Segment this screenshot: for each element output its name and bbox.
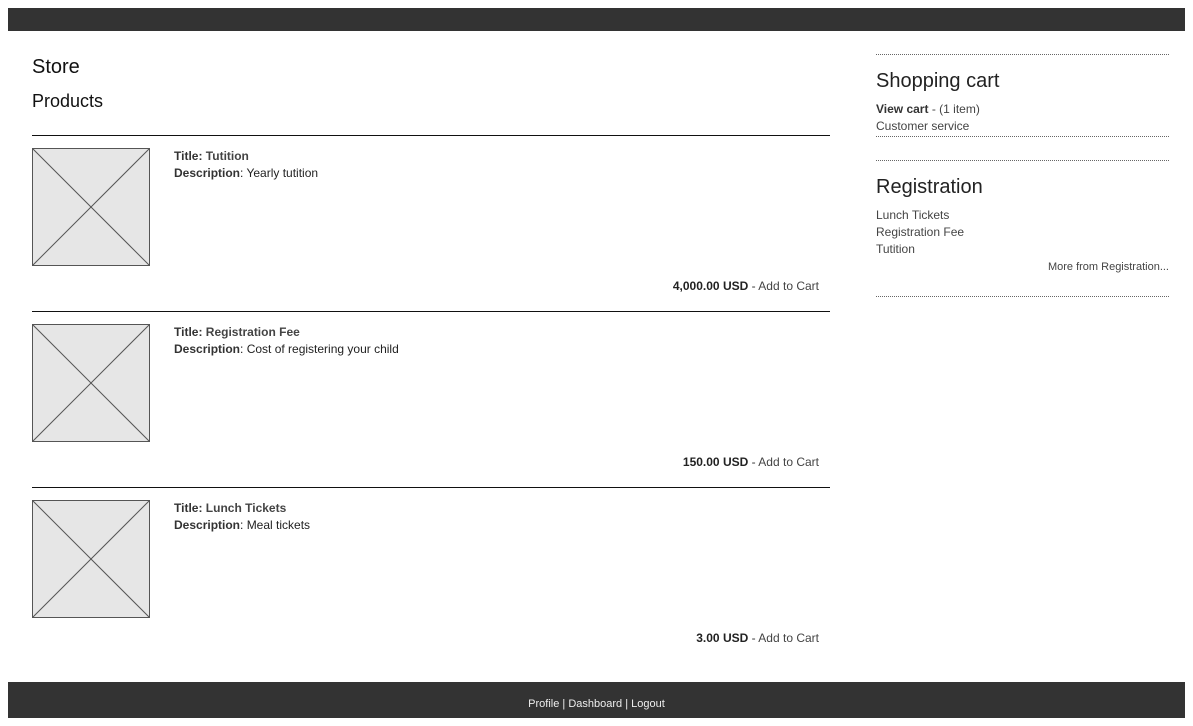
add-to-cart-link[interactable]: Add to Cart <box>758 631 819 645</box>
title-label: Title: <box>174 501 203 515</box>
description-label: Description <box>174 342 241 356</box>
product-description: Meal tickets <box>246 518 311 532</box>
view-cart-row: View cart - (1 item) <box>876 102 980 116</box>
title-label: Title: <box>174 325 203 339</box>
registration-block: Registration Lunch Tickets Registration … <box>876 160 1169 297</box>
cart-item-count: (1 item) <box>939 102 980 116</box>
view-cart-link[interactable]: View cart <box>876 102 928 116</box>
registration-item-tutition[interactable]: Tutition <box>876 241 1169 258</box>
footer-separator: | <box>562 698 566 710</box>
registration-item-lunch-tickets[interactable]: Lunch Tickets <box>876 207 1169 224</box>
product-row: Title: Registration Fee Description: Cos… <box>32 311 830 487</box>
registration-item-registration-fee[interactable]: Registration Fee <box>876 224 1169 241</box>
product-list: Title: Tutition Description: Yearly tuti… <box>32 135 830 663</box>
product-price: 3.00 <box>696 631 720 645</box>
image-placeholder-icon <box>32 500 150 618</box>
add-to-cart-link[interactable]: Add to Cart <box>758 455 819 469</box>
sidebar: Shopping cart View cart - (1 item) Custo… <box>876 54 1169 297</box>
footer-profile-link[interactable]: Profile <box>528 698 559 710</box>
shopping-cart-heading: Shopping cart <box>876 70 1000 92</box>
section-title: Products <box>32 91 104 111</box>
product-info: Title: Lunch Tickets Description: Meal t… <box>174 501 311 532</box>
more-from-registration-link[interactable]: More from Registration... <box>876 259 1169 275</box>
currency-label: USD <box>722 455 749 469</box>
product-title: Registration Fee <box>205 325 300 339</box>
main-content: Store Products Title: Tutition Descripti… <box>32 52 830 663</box>
registration-heading: Registration <box>876 176 983 198</box>
product-price: 4,000.00 <box>672 279 720 293</box>
price-row: 4,000.00 USD - Add to Cart <box>672 279 819 293</box>
title-label: Title: <box>174 149 203 163</box>
footer-dashboard-link[interactable]: Dashboard <box>568 698 622 710</box>
product-row: Title: Tutition Description: Yearly tuti… <box>32 135 830 311</box>
description-label: Description <box>174 166 241 180</box>
price-row: 3.00 USD - Add to Cart <box>696 631 819 645</box>
image-placeholder-icon <box>32 148 150 266</box>
price-row: 150.00 USD - Add to Cart <box>682 455 819 469</box>
footer: Profile | Dashboard | Logout <box>8 682 1185 718</box>
product-info: Title: Registration Fee Description: Cos… <box>174 325 399 356</box>
product-description: Yearly tutition <box>246 166 319 180</box>
product-price: 150.00 <box>682 455 720 469</box>
description-label: Description <box>174 518 241 532</box>
product-info: Title: Tutition Description: Yearly tuti… <box>174 149 319 180</box>
product-row: Title: Lunch Tickets Description: Meal t… <box>32 487 830 663</box>
customer-service-link[interactable]: Customer service <box>876 118 1169 135</box>
product-title: Lunch Tickets <box>205 501 287 515</box>
product-description: Cost of registering your child <box>246 342 399 356</box>
page-title: Store <box>32 56 80 78</box>
currency-label: USD <box>722 631 749 645</box>
product-title: Tutition <box>205 149 249 163</box>
footer-separator: | <box>625 698 629 710</box>
image-placeholder-icon <box>32 324 150 442</box>
shopping-cart-block: Shopping cart View cart - (1 item) Custo… <box>876 54 1169 137</box>
top-bar <box>8 8 1185 31</box>
footer-logout-link[interactable]: Logout <box>631 698 665 710</box>
currency-label: USD <box>722 279 749 293</box>
add-to-cart-link[interactable]: Add to Cart <box>758 279 819 293</box>
